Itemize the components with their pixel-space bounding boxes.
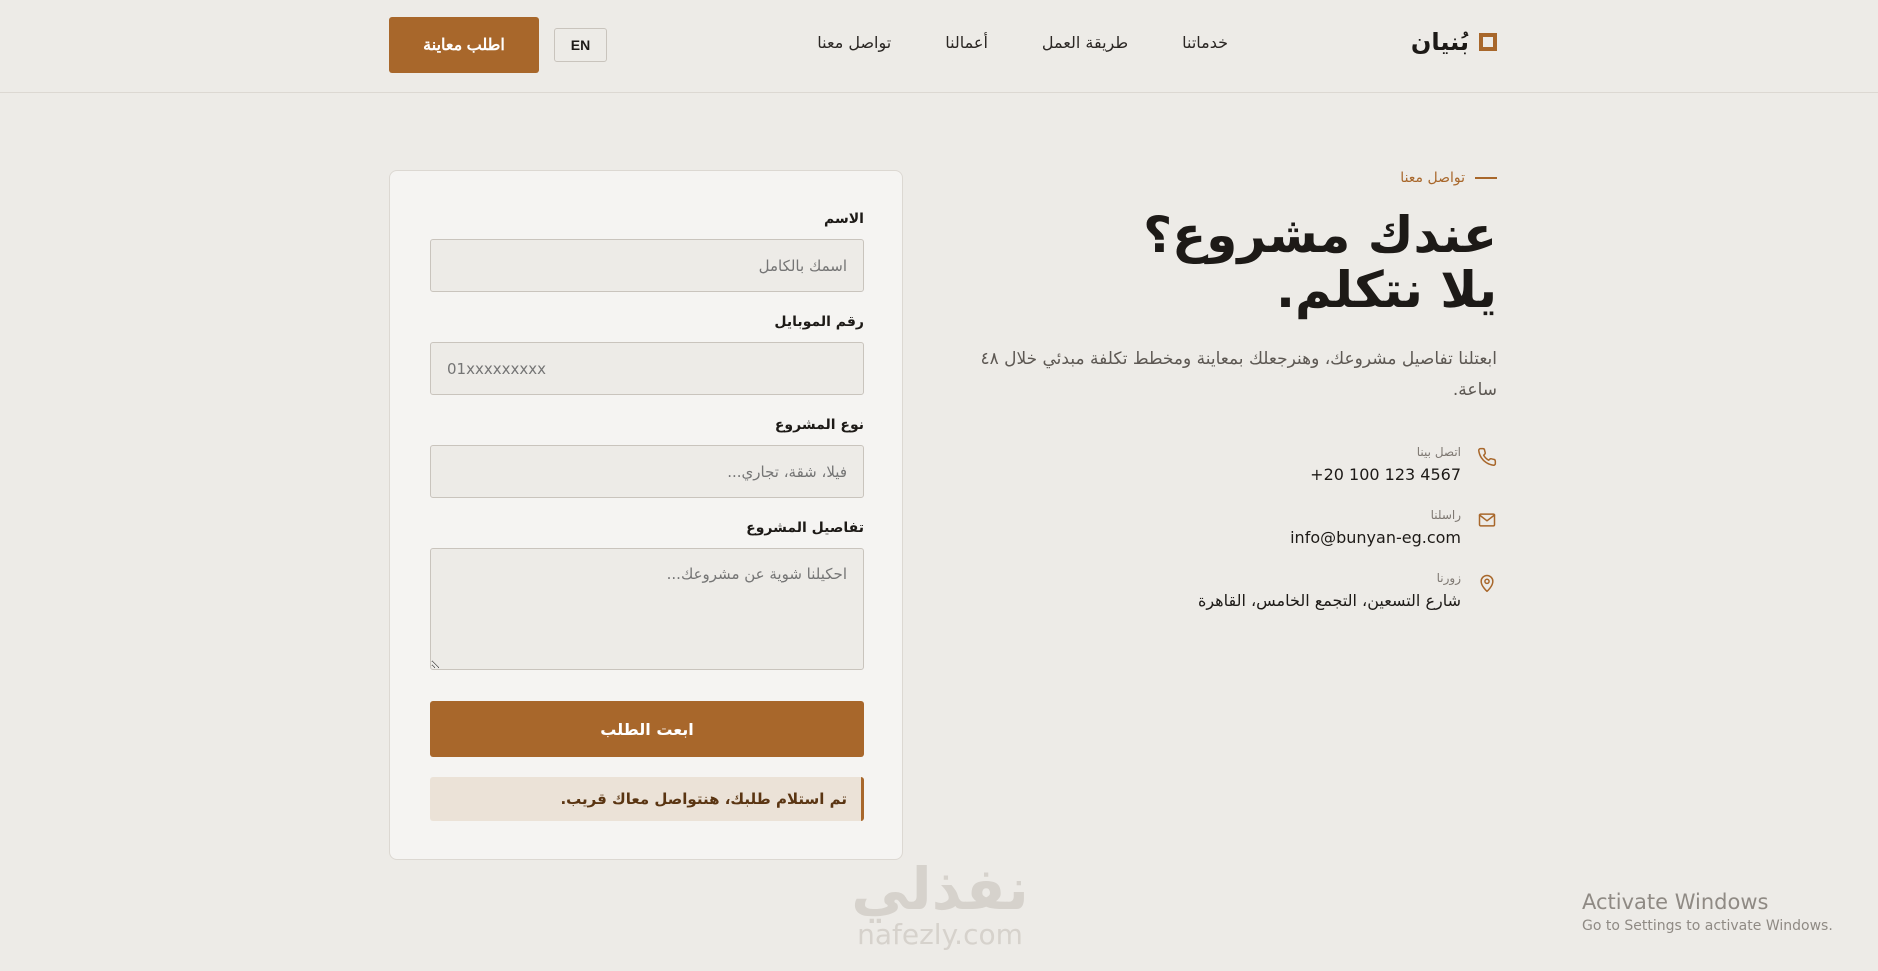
activate-windows-notice: Activate Windows Go to Settings to activ… [1582,890,1833,934]
contact-item-phone: اتصل بينا +20 100 123 4567 [977,445,1497,484]
eyebrow-text: تواصل معنا [1400,170,1465,186]
phone-input[interactable] [430,342,864,395]
contact-email-value[interactable]: info@bunyan-eg.com [1290,528,1461,547]
contact-form-card: الاسم رقم الموبايل نوع المشروع تفاصيل ال… [389,170,903,860]
phone-label: رقم الموبايل [774,314,864,330]
contact-phone-value[interactable]: +20 100 123 4567 [1310,465,1461,484]
brand-name: بُنيان [1410,28,1469,56]
nav-projects[interactable]: أعمالنا [945,33,988,52]
contact-phone-label: اتصل بينا [1416,445,1461,460]
lead-text: ابعتلنا تفاصيل مشروعك، وهنرجعلك بمعاينة … [980,349,1497,400]
request-inspection-button[interactable]: اطلب معاينة [389,17,539,73]
contact-address-value: شارع التسعين، التجمع الخامس، القاهرة [1197,591,1461,611]
contact-address-label: زورنا [1436,571,1461,586]
nav-process[interactable]: طريقة العمل [1042,33,1128,52]
activate-windows-title: Activate Windows [1582,890,1769,914]
nav-contact[interactable]: تواصل معنا [817,33,891,52]
contact-item-email: راسلنا info@bunyan-eg.com [977,508,1497,547]
section-eyebrow: تواصل معنا [977,170,1497,186]
contact-email-label: راسلنا [1430,508,1461,523]
watermark-latin: nafezly.com [857,918,1023,951]
activate-windows-subtitle: Go to Settings to activate Windows. [1582,918,1833,934]
project-details-textarea[interactable] [430,548,864,670]
name-label: الاسم [824,211,864,227]
location-pin-icon [1480,574,1494,593]
mail-icon [1478,513,1496,527]
phone-icon [1478,448,1497,467]
headline-line-1: عندك مشروع؟ [1143,206,1497,264]
brand-square-icon [1479,33,1497,51]
brand-logo[interactable]: بُنيان [1411,28,1497,56]
page-title: عندك مشروع؟ يلا نتكلم. [977,208,1497,318]
watermark-arabic: نفذلي [851,855,1029,923]
name-input[interactable] [430,239,864,292]
contact-form: الاسم رقم الموبايل نوع المشروع تفاصيل ال… [430,211,864,821]
nav-services[interactable]: خدماتنا [1182,33,1228,52]
eyebrow-line-icon [1475,177,1497,179]
site-header: بُنيان خدماتنا طريقة العمل أعمالنا تواصل… [0,0,1878,93]
contact-list: اتصل بينا +20 100 123 4567 راسلنا info@b… [977,445,1497,610]
success-message: تم استلام طلبك، هنتواصل معاك قريب. [430,777,864,821]
contact-info: تواصل معنا عندك مشروع؟ يلا نتكلم. ابعتلن… [977,170,1497,634]
submit-request-button[interactable]: ابعت الطلب [430,701,864,757]
language-toggle-button[interactable]: EN [554,28,607,62]
project-details-label: تفاصيل المشروع [746,520,864,536]
project-type-label: نوع المشروع [774,417,864,433]
contact-item-address: زورنا شارع التسعين، التجمع الخامس، القاه… [977,571,1497,610]
headline-line-2: يلا نتكلم. [1275,261,1497,319]
nafezly-watermark: نفذلي nafezly.com [840,860,1040,952]
main-nav: خدماتنا طريقة العمل أعمالنا تواصل معنا [817,33,1228,52]
project-type-input[interactable] [430,445,864,498]
